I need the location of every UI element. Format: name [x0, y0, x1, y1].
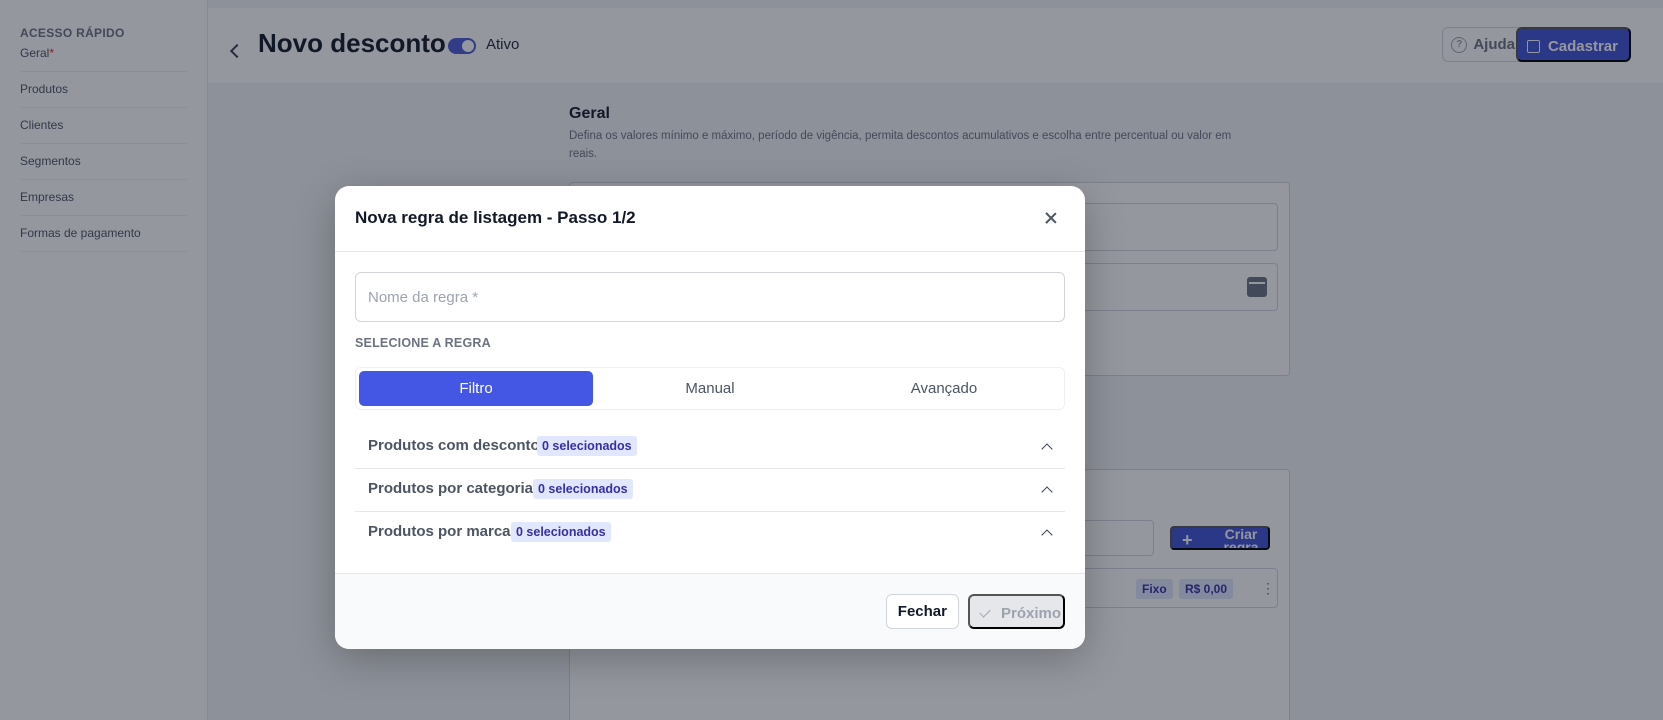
selected-count-badge: 0 selecionados [511, 522, 611, 542]
accordion-item-produtos-com-desconto[interactable]: Produtos com desconto 0 selecionados [355, 426, 1065, 469]
close-icon[interactable] [1041, 208, 1061, 228]
accordion-label: Produtos com desconto [368, 437, 540, 454]
rule-type-tabs: Filtro Manual Avançado [355, 367, 1065, 410]
rule-name-input[interactable] [355, 272, 1065, 322]
tab-avancado[interactable]: Avançado [827, 371, 1061, 406]
chevron-up-icon [1041, 486, 1053, 498]
accordion-item-produtos-por-marca[interactable]: Produtos por marca 0 selecionados [355, 512, 1065, 555]
select-rule-label: SELECIONE A REGRA [355, 336, 491, 350]
check-icon [979, 606, 991, 618]
accordion-item-produtos-por-categoria[interactable]: Produtos por categoria 0 selecionados [355, 469, 1065, 512]
chevron-up-icon [1041, 443, 1053, 455]
new-rule-modal: Nova regra de listagem - Passo 1/2 SELEC… [335, 186, 1085, 649]
modal-footer: Fechar Próximo [335, 573, 1085, 649]
accordion-label: Produtos por marca [368, 523, 511, 540]
accordion-label: Produtos por categoria [368, 480, 534, 497]
selected-count-badge: 0 selecionados [533, 479, 633, 499]
filter-accordion: Produtos com desconto 0 selecionados Pro… [355, 426, 1065, 555]
tab-filtro[interactable]: Filtro [359, 371, 593, 406]
next-button[interactable]: Próximo [968, 594, 1065, 629]
close-button[interactable]: Fechar [885, 594, 959, 629]
chevron-up-icon [1041, 529, 1053, 541]
modal-title: Nova regra de listagem - Passo 1/2 [355, 208, 636, 227]
tab-manual[interactable]: Manual [593, 371, 827, 406]
selected-count-badge: 0 selecionados [537, 436, 637, 456]
modal-header: Nova regra de listagem - Passo 1/2 [335, 186, 1085, 252]
